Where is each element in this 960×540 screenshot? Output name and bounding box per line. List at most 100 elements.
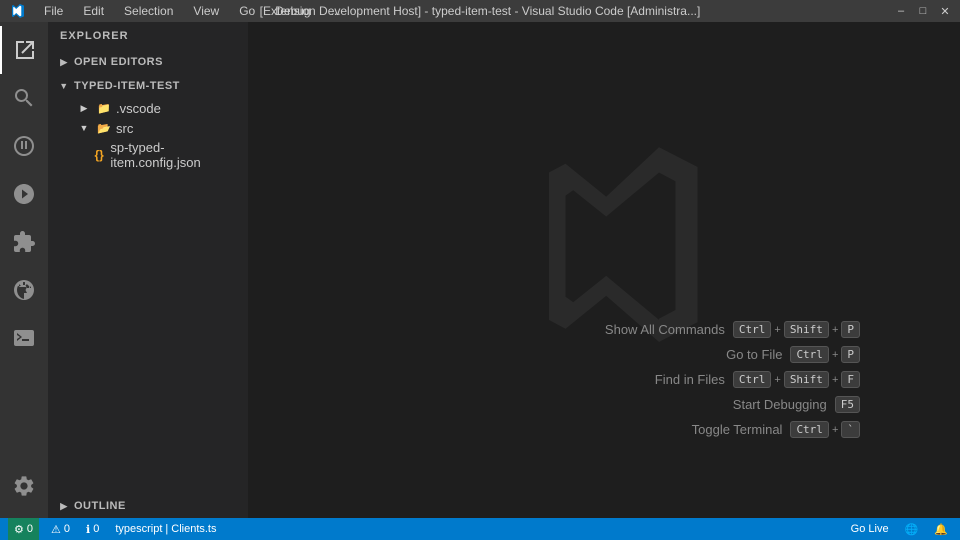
- vscode-folder-label: .vscode: [116, 101, 161, 116]
- activity-bar-bottom: [0, 462, 48, 518]
- project-chevron-icon: [56, 78, 72, 94]
- activity-debug-icon[interactable]: [0, 170, 48, 218]
- key-shift-2: Shift: [784, 371, 829, 388]
- shortcut-toggle-terminal-label: Toggle Terminal: [692, 422, 783, 437]
- window-controls: – □ ✕: [894, 4, 952, 18]
- shortcut-find-files-label: Find in Files: [655, 372, 725, 387]
- pipe-separator: |: [165, 523, 168, 535]
- status-warnings[interactable]: ℹ 0: [82, 523, 103, 536]
- activity-bar: [0, 22, 48, 518]
- menu-edit[interactable]: Edit: [79, 2, 108, 20]
- outline-section: Outline: [48, 494, 248, 518]
- src-folder-chevron-icon: [76, 120, 92, 136]
- status-errors[interactable]: ⚠ 0: [47, 523, 74, 536]
- outline-header[interactable]: Outline: [48, 494, 248, 518]
- main-area: Explorer Open Editors typed-item-test 📁 …: [0, 22, 960, 518]
- tree-item-src[interactable]: 📂 src: [48, 118, 248, 138]
- shortcut-start-debugging: Start Debugging F5: [733, 396, 860, 413]
- shortcut-find-files-keys: Ctrl + Shift + F: [733, 371, 860, 388]
- activity-search-icon[interactable]: [0, 74, 48, 122]
- key-ctrl-4: Ctrl: [790, 421, 829, 438]
- status-language[interactable]: typescript | Clients.ts: [111, 523, 220, 535]
- plus-icon-2: +: [832, 324, 838, 336]
- outline-chevron-icon: [56, 498, 72, 514]
- window-title: [Extension Development Host] - typed-ite…: [260, 4, 701, 18]
- remote-icon-symbol: ⚙: [14, 523, 24, 536]
- warning-count: 0: [93, 523, 99, 535]
- status-notification-icon[interactable]: 🔔: [930, 523, 952, 536]
- key-f: F: [841, 371, 860, 388]
- vscode-folder-icon: 📁: [96, 100, 112, 116]
- language-label: typescript: [115, 523, 162, 535]
- shortcut-show-commands-keys: Ctrl + Shift + P: [733, 321, 860, 338]
- go-live-button[interactable]: Go Live: [847, 523, 893, 535]
- plus-icon-3: +: [832, 349, 838, 361]
- sidebar-header: Explorer: [48, 22, 248, 50]
- menu-file[interactable]: File: [40, 2, 67, 20]
- error-icon: ⚠: [51, 523, 61, 536]
- statusbar-right: Go Live 🌐 🔔: [847, 523, 952, 536]
- shortcut-find-files: Find in Files Ctrl + Shift + F: [655, 371, 860, 388]
- activity-git-icon[interactable]: [0, 122, 48, 170]
- editor-area: Show All Commands Ctrl + Shift + P Go to…: [248, 22, 960, 518]
- key-f5: F5: [835, 396, 860, 413]
- config-file-icon: {}: [92, 147, 106, 163]
- activity-explorer-icon[interactable]: [0, 26, 48, 74]
- key-shift: Shift: [784, 321, 829, 338]
- shortcut-goto-file-label: Go to File: [726, 347, 782, 362]
- plus-icon: +: [774, 324, 780, 336]
- menu-go[interactable]: Go: [235, 2, 259, 20]
- src-folder-icon: 📂: [96, 120, 112, 136]
- key-ctrl-3: Ctrl: [733, 371, 772, 388]
- tree-item-vscode[interactable]: 📁 .vscode: [48, 98, 248, 118]
- error-count: 0: [64, 523, 70, 535]
- open-editors-header[interactable]: Open Editors: [48, 50, 248, 74]
- plus-icon-4: +: [774, 374, 780, 386]
- key-p2: P: [841, 346, 860, 363]
- activity-remote-icon[interactable]: [0, 266, 48, 314]
- warning-icon: ℹ: [86, 523, 90, 536]
- project-label: typed-item-test: [74, 80, 180, 92]
- tree-item-config-json[interactable]: {} sp-typed-item.config.json: [48, 138, 248, 172]
- shortcut-start-debugging-label: Start Debugging: [733, 397, 827, 412]
- activity-extensions-icon[interactable]: [0, 218, 48, 266]
- key-ctrl-2: Ctrl: [790, 346, 829, 363]
- src-folder-label: src: [116, 121, 133, 136]
- shortcut-start-debugging-keys: F5: [835, 396, 860, 413]
- status-globe-icon[interactable]: 🌐: [901, 523, 923, 536]
- statusbar: ⚙ 0 ⚠ 0 ℹ 0 typescript | Clients.ts Go L…: [0, 518, 960, 540]
- project-section: typed-item-test 📁 .vscode 📂 src {} sp-ty…: [48, 74, 248, 172]
- open-editors-section: Open Editors: [48, 50, 248, 74]
- key-backtick: `: [841, 421, 860, 438]
- maximize-button[interactable]: □: [916, 4, 930, 18]
- activity-terminal-icon[interactable]: [0, 314, 48, 362]
- activity-settings-icon[interactable]: [0, 462, 48, 510]
- statusbar-left: ⚙ 0 ⚠ 0 ℹ 0 typescript | Clients.ts: [8, 518, 221, 540]
- menu-view[interactable]: View: [189, 2, 223, 20]
- menu-selection[interactable]: Selection: [120, 2, 177, 20]
- close-button[interactable]: ✕: [938, 4, 952, 18]
- plus-icon-6: +: [832, 424, 838, 436]
- remote-label: 0: [27, 523, 33, 535]
- vscode-folder-chevron-icon: [76, 100, 92, 116]
- shortcut-goto-file: Go to File Ctrl + P: [726, 346, 860, 363]
- file-label: Clients.ts: [171, 523, 216, 535]
- project-header[interactable]: typed-item-test: [48, 74, 248, 98]
- shortcut-toggle-terminal: Toggle Terminal Ctrl + `: [692, 421, 860, 438]
- shortcut-toggle-terminal-keys: Ctrl + `: [790, 421, 860, 438]
- shortcuts-panel: Show All Commands Ctrl + Shift + P Go to…: [605, 321, 860, 438]
- config-file-label: sp-typed-item.config.json: [110, 140, 240, 170]
- shortcut-goto-file-keys: Ctrl + P: [790, 346, 860, 363]
- sidebar: Explorer Open Editors typed-item-test 📁 …: [48, 22, 248, 518]
- shortcut-show-commands-label: Show All Commands: [605, 322, 725, 337]
- vscode-logo-icon: [8, 3, 24, 19]
- outline-label: Outline: [74, 500, 126, 512]
- plus-icon-5: +: [832, 374, 838, 386]
- shortcut-show-commands: Show All Commands Ctrl + Shift + P: [605, 321, 860, 338]
- key-ctrl: Ctrl: [733, 321, 772, 338]
- key-p: P: [841, 321, 860, 338]
- minimize-button[interactable]: –: [894, 4, 908, 18]
- open-editors-label: Open Editors: [74, 56, 163, 68]
- remote-indicator[interactable]: ⚙ 0: [8, 518, 39, 540]
- titlebar: File Edit Selection View Go Debug ... [E…: [0, 0, 960, 22]
